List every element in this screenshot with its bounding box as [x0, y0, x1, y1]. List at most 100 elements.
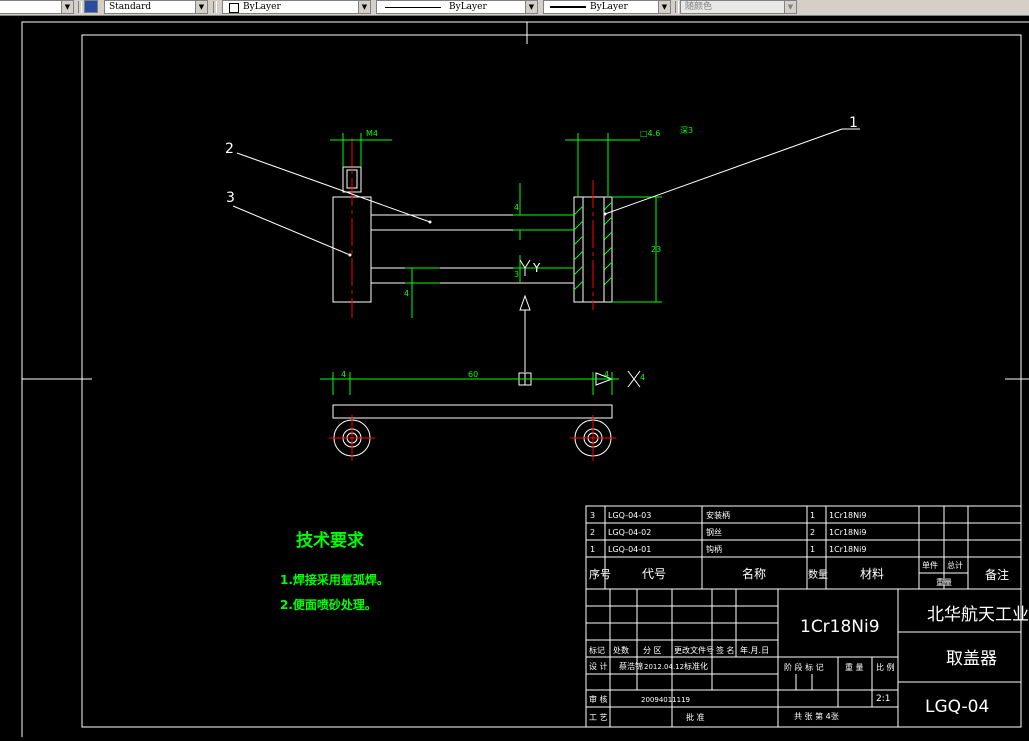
notes-line-1: 1.焊接采用氩弧焊。 [280, 572, 389, 587]
bom-header-remark: 备注 [985, 567, 1009, 582]
tb-designer: 蔡浩锦 [619, 661, 643, 671]
rev-header-count: 处数 [613, 645, 629, 655]
bom-header-total: 总计 [947, 560, 963, 570]
bom-row-2-code: LGQ-04-02 [608, 528, 651, 537]
tb-standard-label: 标准化 [684, 661, 708, 671]
text-style-icon[interactable] [84, 0, 98, 13]
bom-row-2-qty: 2 [810, 528, 815, 537]
toolbar-separator [675, 1, 679, 13]
tb-drawing-no: LGQ-04 [925, 697, 989, 717]
leader-dot [603, 212, 607, 216]
ucs-icon [518, 259, 641, 388]
drawing-canvas[interactable]: M4 □4.6 深3 4 23 3 4 1 2 3 Y 4 4 60 4 技术要… [0, 15, 1029, 741]
rev-header-mark: 标记 [589, 645, 605, 655]
tb-scale: 2:1 [876, 694, 890, 704]
notes-line-2: 2.便面喷砂处理。 [280, 597, 377, 612]
rev-header-sign: 签 名 [716, 645, 735, 655]
bottom-dim-text: 4 60 4 [341, 370, 609, 379]
bottom-view: 4 60 4 [320, 370, 619, 461]
bom-header-unit: 单件 [922, 560, 938, 570]
bom-header-no: 序号 [589, 567, 611, 581]
color-swatch-icon [229, 3, 239, 13]
dim-23: 23 [651, 245, 661, 254]
chevron-down-icon: ▼ [525, 1, 537, 13]
dim-m4: M4 [366, 129, 378, 138]
color-dropdown[interactable]: ByLayer ▼ [222, 0, 371, 14]
tb-scale-label: 比 例 [876, 662, 895, 672]
bom-row-1-no: 1 [590, 545, 595, 554]
bom-header-material: 材料 [860, 567, 884, 581]
chevron-down-icon: ▼ [784, 1, 796, 13]
tb-process-label: 工 艺 [589, 713, 608, 722]
bom-header-weight: 重量 [936, 577, 952, 587]
tb-material: 1Cr18Ni9 [800, 617, 880, 637]
dim-3: 3 [514, 270, 519, 279]
base-bar [332, 404, 613, 419]
bom-row-2-name: 钢丝 [706, 527, 722, 537]
bom-header-name: 名称 [742, 566, 766, 581]
notes-title: 技术要求 [296, 530, 364, 551]
balloon-2: 2 [225, 141, 234, 157]
dim-60: 60 [468, 370, 478, 379]
title-block-text: 1Cr18Ni9 北华航天工业学院 取盖器 LGQ-04 2:1 [800, 605, 1029, 717]
layer-dropdown-partial[interactable]: ▼ [0, 0, 74, 14]
dim-4a: 4 [514, 203, 519, 212]
linetype-preview [385, 7, 441, 8]
tb-student-id: 20094011119 [641, 696, 690, 704]
cad-drawing: M4 □4.6 深3 4 23 3 4 1 2 3 Y 4 4 60 4 技术要… [21, 21, 1029, 741]
toolbar-separator [78, 1, 82, 13]
front-view [332, 138, 613, 318]
chevron-down-icon: ▼ [61, 1, 73, 13]
tb-approve-label: 批 准 [686, 712, 705, 722]
bom-row-3-qty: 1 [810, 511, 815, 520]
bom-row-2-material: 1Cr18Ni9 [829, 528, 866, 537]
toolbar-separator [213, 1, 217, 13]
leader-dot [428, 220, 432, 224]
lineweight-dropdown[interactable]: ByLayer ▼ [543, 0, 671, 14]
rev-header-date: 年.月.日 [740, 645, 769, 655]
dim-4c: 4 [341, 370, 346, 379]
technical-notes: 技术要求 1.焊接采用氩弧焊。 2.便面喷砂处理。 [280, 530, 389, 612]
bom-row-2-no: 2 [590, 528, 595, 537]
linetype-dropdown[interactable]: ByLayer ▼ [376, 0, 538, 14]
bom-header-code: 代号 [642, 567, 666, 581]
leaders [232, 128, 860, 256]
axis-y: Y [532, 261, 541, 275]
tb-stage-label: 阶 段 标 记 [784, 662, 824, 672]
lineweight-preview [550, 6, 586, 8]
bom-header-qty: 数量 [808, 568, 828, 581]
dim-4d: 4 [604, 370, 609, 379]
dim-4b: 4 [404, 289, 409, 298]
balloon-1: 1 [849, 115, 858, 131]
tb-company: 北华航天工业学院 [927, 605, 1029, 625]
balloons: 1 2 3 [225, 115, 858, 206]
chevron-down-icon: ▼ [195, 1, 207, 13]
tb-sheets: 共 张 第 4张 [794, 711, 839, 721]
tb-design-date: 2012.04.12 [644, 663, 684, 671]
bom-row-1-code: LGQ-04-01 [608, 545, 651, 554]
rev-header-zone: 分 区 [643, 646, 662, 655]
balloon-3: 3 [226, 190, 235, 206]
bom-row-1-name: 钩柄 [706, 544, 722, 554]
inner-frame [81, 34, 1022, 728]
bom-row-1-material: 1Cr18Ni9 [829, 545, 866, 554]
bom-row-3-code: LGQ-04-03 [608, 511, 651, 520]
chevron-down-icon: ▼ [658, 1, 670, 13]
bom-rows: 3 LGQ-04-03 安装柄 1 1Cr18Ni9 2 LGQ-04-02 钢… [590, 510, 866, 554]
leader-dot [348, 253, 352, 257]
axis-x-number: 4 [640, 373, 645, 382]
dim-square: □4.6 [640, 129, 660, 138]
bom-row-3-name: 安装柄 [706, 510, 730, 520]
text-style-dropdown[interactable]: Standard ▼ [104, 0, 208, 14]
chevron-down-icon: ▼ [358, 1, 370, 13]
tb-design-label: 设 计 [589, 661, 608, 671]
tb-part-name: 取盖器 [946, 649, 997, 669]
bom-row-1-qty: 1 [810, 545, 815, 554]
tb-review-label: 审 核 [589, 694, 608, 704]
rev-header-doc: 更改文件号 [674, 645, 714, 655]
dimension-text: M4 □4.6 深3 4 23 3 4 [366, 126, 693, 298]
properties-toolbar: ▼ Standard ▼ ByLayer ▼ ByLayer ▼ ByLayer… [0, 0, 1029, 16]
bom-row-3-material: 1Cr18Ni9 [829, 511, 866, 520]
plot-style-dropdown[interactable]: 随颜色 ▼ [680, 0, 797, 14]
tb-weight-label: 重 量 [845, 662, 864, 672]
